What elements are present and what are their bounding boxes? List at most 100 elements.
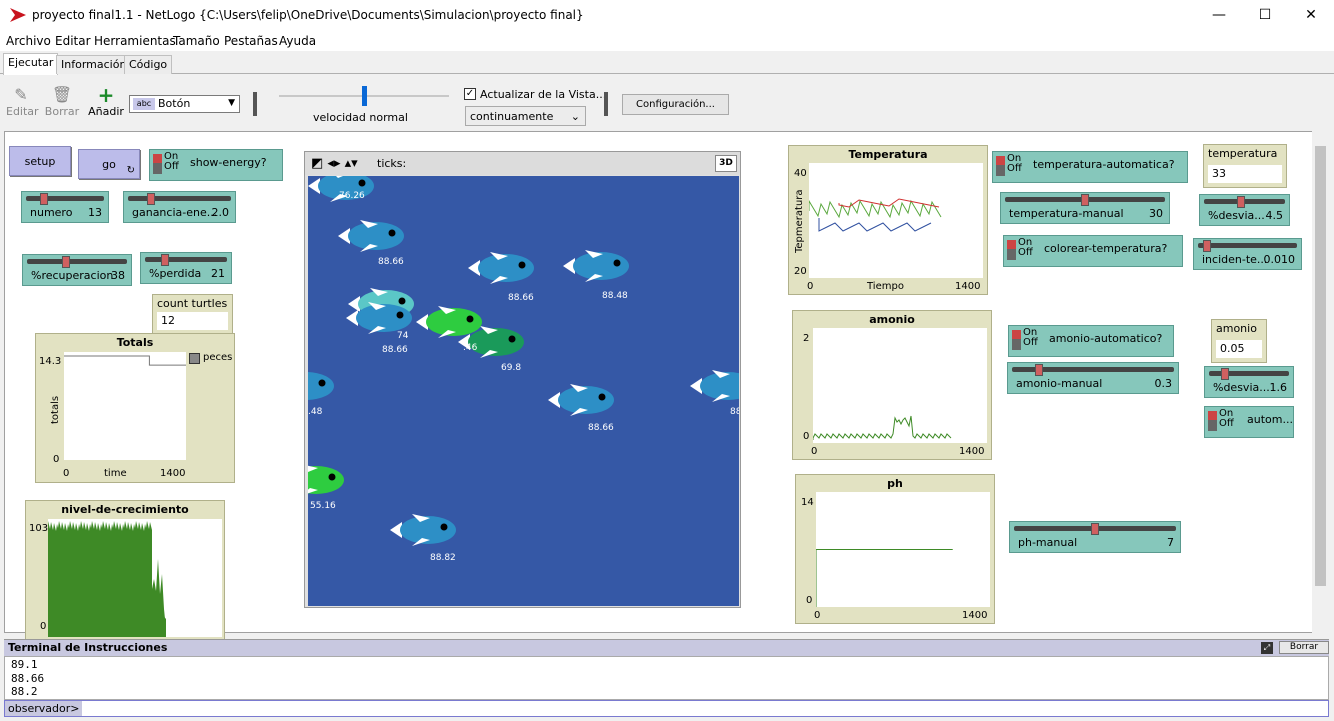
slider-handle[interactable] <box>1081 194 1089 206</box>
slider-numero[interactable]: numero 13 <box>21 191 109 223</box>
speed-slider-thumb[interactable] <box>362 86 367 106</box>
slider-amonio-manual[interactable]: amonio-manual 0.3 <box>1007 362 1179 394</box>
slider-handle[interactable] <box>40 193 48 205</box>
tab-informacion[interactable]: Información <box>56 55 132 74</box>
toggle-icon <box>153 154 162 174</box>
slider-handle[interactable] <box>61 256 70 268</box>
ph-chart <box>815 549 953 607</box>
chevron-down-icon: ▼ <box>228 98 235 108</box>
command-input[interactable] <box>77 701 1317 716</box>
switch-label: temperatura-automatica? <box>1033 158 1175 171</box>
slider-ph-manual[interactable]: ph-manual 7 <box>1009 521 1181 553</box>
off-label: Off <box>1007 163 1022 174</box>
toggle-icon <box>996 156 1005 176</box>
menu-herramientas[interactable]: Herramientas <box>94 34 176 48</box>
switch-amonio-automatico[interactable]: On Off amonio-automatico? <box>1008 325 1174 357</box>
pencil-icon: ✎ <box>14 85 28 104</box>
fish-energy-label: 88.48 <box>602 291 628 301</box>
monitor-value: 33 <box>1208 165 1282 183</box>
plot-title: Totals <box>116 336 154 349</box>
slider-track[interactable] <box>145 257 227 262</box>
tab-codigo[interactable]: Código <box>124 55 173 74</box>
slider-track[interactable] <box>128 196 231 201</box>
slider-handle[interactable] <box>1220 368 1229 380</box>
plot-area <box>64 352 186 460</box>
ticks-label: ticks: <box>377 157 407 170</box>
slider-handle[interactable] <box>1202 240 1211 252</box>
add-button[interactable]: + Añadir <box>88 85 124 118</box>
switch-show-energy[interactable]: On Off show-energy? <box>149 149 283 181</box>
switch-temperatura-automatica[interactable]: On Off temperatura-automatica? <box>992 151 1188 183</box>
fish-icon <box>690 370 739 402</box>
agent-selector[interactable]: observador> <box>5 701 83 716</box>
setup-button[interactable]: setup <box>9 146 71 176</box>
fish-icon <box>468 252 534 284</box>
switch-label: autom... <box>1247 413 1293 426</box>
fish-energy-label: 74 <box>397 331 409 341</box>
plot-area <box>48 519 222 637</box>
slider-track[interactable] <box>1198 243 1297 248</box>
fish-icon <box>416 306 482 338</box>
3d-button[interactable]: 3D <box>715 155 737 172</box>
slider-track[interactable] <box>27 259 127 264</box>
fish-eye <box>358 179 366 187</box>
slider-handle[interactable] <box>160 254 169 266</box>
update-mode-select[interactable]: continuamente ⌄ <box>465 106 586 126</box>
go-button[interactable]: go ↻ <box>78 149 140 179</box>
world-canvas[interactable]: 76.26 88.66 88.66 88.48 74 88.66 69.8 .46 .48 88.… <box>308 176 739 606</box>
fish-energy-label: 55.16 <box>310 501 336 511</box>
vertical-scrollbar[interactable] <box>1312 131 1329 633</box>
fish-eye <box>398 297 406 305</box>
fish-eye <box>598 393 606 401</box>
widget-type-select[interactable]: abc Botón ▼ <box>129 95 240 113</box>
close-button[interactable]: ✕ <box>1288 0 1334 31</box>
slider-ganancia-energia[interactable]: ganancia-ene... 2.0 <box>123 191 236 223</box>
slider-handle[interactable] <box>1091 523 1099 535</box>
x-axis-label: Tiempo <box>867 281 904 292</box>
delete-button[interactable]: 🗑 Borrar <box>44 85 80 118</box>
button-widget-icon: abc <box>133 98 155 110</box>
slider-desviacion-amonio[interactable]: %desvia... 1.6 <box>1204 366 1294 398</box>
menu-tamano[interactable]: Tamaño <box>173 34 220 48</box>
maximize-button[interactable]: ☐ <box>1242 0 1288 31</box>
settings-button[interactable]: Configuración... <box>622 94 729 115</box>
tab-ejecutar[interactable]: Ejecutar <box>3 53 59 75</box>
plot-amonio: amonio 2 0 0 1400 <box>792 310 992 460</box>
menu-pestanas[interactable]: Pestañas <box>224 34 278 48</box>
maximize-icon[interactable]: ⤢ <box>1261 642 1273 654</box>
monitor-label: count turtles <box>157 297 228 310</box>
slider-value: 4.5 <box>1265 209 1284 222</box>
menu-ayuda[interactable]: Ayuda <box>279 34 316 48</box>
monitor-label: temperatura <box>1208 147 1278 160</box>
slider-perdida[interactable]: %perdida 21 <box>140 252 232 284</box>
slider-recuperacion[interactable]: %recuperacion 38 <box>22 254 132 286</box>
slider-temperatura-manual[interactable]: temperatura-manual 30 <box>1000 192 1170 224</box>
switch-autom[interactable]: On Off autom... <box>1204 406 1294 438</box>
switch-colorear-temperatura[interactable]: On Off colorear-temperatura? <box>1003 235 1183 267</box>
menu-editar[interactable]: Editar <box>55 34 91 48</box>
y-min-label: 20 <box>794 266 807 277</box>
fish-layer: 76.26 88.66 88.66 88.48 74 88.66 69.8 .46 .48 88.… <box>308 176 739 563</box>
minimize-button[interactable]: — <box>1196 0 1242 31</box>
output-line: 88.2 <box>11 685 38 698</box>
x-min-label: 0 <box>63 468 70 479</box>
edit-button[interactable]: ✎ Editar <box>6 85 39 118</box>
slider-handle[interactable] <box>147 193 155 205</box>
y-axis-label: totals <box>50 395 61 424</box>
slider-track[interactable] <box>26 196 104 201</box>
clear-button[interactable]: Borrar <box>1279 641 1329 654</box>
fish-energy-label: 88.66 <box>378 257 404 267</box>
update-view-checkbox[interactable]: ✓ <box>464 88 476 100</box>
slider-handle[interactable] <box>1236 196 1245 208</box>
scrollbar-thumb[interactable] <box>1315 146 1326 586</box>
y-max-label: 2 <box>803 333 810 344</box>
slider-desviacion-temperatura[interactable]: %desvia... 4.5 <box>1199 194 1290 226</box>
title-bar: proyecto final1.1 - NetLogo {C:\Users\fe… <box>0 0 1334 31</box>
view-controls-icon[interactable]: ◩ ◂▸ ▴▾ <box>311 156 358 171</box>
menu-archivo[interactable]: Archivo <box>6 34 51 48</box>
slider-value: 7 <box>1167 536 1174 549</box>
command-input-row: observador> <box>4 700 1329 717</box>
slider-handle[interactable] <box>1035 364 1044 376</box>
fish-energy-label: .48 <box>308 407 323 417</box>
slider-incidente-temperatura[interactable]: inciden-te... 0.010 <box>1193 238 1302 270</box>
